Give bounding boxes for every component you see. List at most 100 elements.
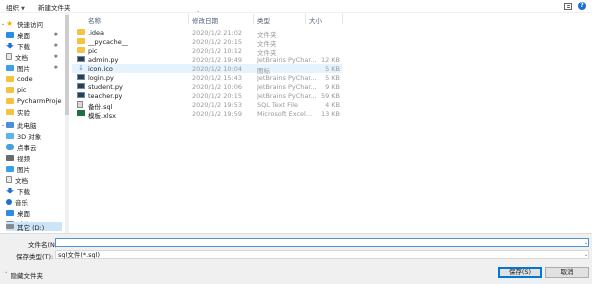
sidebar-scrollbar[interactable]: [65, 13, 69, 233]
nav-item-downloads[interactable]: 下载 ✱: [6, 41, 62, 51]
column-name[interactable]: 名称: [88, 15, 101, 25]
nav-label: 图片: [17, 64, 30, 73]
nav-item-desktop[interactable]: 桌面 ✱: [6, 30, 62, 40]
drive-icon: [6, 224, 14, 229]
nav-item-pycharmprojects[interactable]: PycharmProje: [6, 96, 62, 105]
file-date: 2020/1/2 20:15: [192, 38, 242, 46]
file-date: 2020/1/2 10:06: [192, 83, 242, 91]
view-options-icon[interactable]: [564, 2, 572, 10]
computer-icon: [6, 121, 14, 128]
file-row[interactable]: .idea 2020/1/2 21:02 文件夹: [72, 28, 342, 39]
pictures-icon: [6, 165, 14, 172]
download-icon: [6, 42, 14, 49]
nav-label: 下载: [17, 42, 30, 51]
nav-label: 图片: [17, 165, 30, 174]
file-size: 9 KB: [325, 83, 340, 91]
file-row[interactable]: student.py 2020/1/2 10:06 JetBrains PyCh…: [72, 82, 342, 91]
column-divider[interactable]: [188, 14, 189, 24]
savetype-select[interactable]: sql文件(*.sql): [55, 250, 589, 259]
file-name: __pycache__: [88, 38, 129, 46]
folder-icon: [77, 38, 85, 44]
file-name: student.py: [88, 83, 123, 91]
nav-label: code: [17, 74, 33, 83]
nav-item-drive-d[interactable]: 其它 (D:): [6, 222, 62, 232]
nav-label: 快速访问: [17, 20, 43, 29]
nav-item-pc-desktop[interactable]: 桌面: [6, 208, 62, 218]
file-name: pic: [88, 47, 98, 55]
nav-item-experiment[interactable]: 实验: [6, 107, 62, 117]
nav-label: 视频: [17, 154, 30, 163]
file-name: login.py: [88, 74, 114, 82]
file-row[interactable]: admin.py 2020/1/2 19:49 JetBrains PyChar…: [72, 55, 342, 64]
nav-item-pic[interactable]: pic: [6, 85, 62, 94]
nav-item-documents[interactable]: 文档 ✱: [6, 52, 62, 62]
nav-quick-access[interactable]: ⌄ ★ 快速访问: [0, 18, 62, 29]
folder-icon: [77, 47, 85, 53]
file-type: JetBrains PyChar...: [257, 92, 317, 100]
nav-item-pc-downloads[interactable]: 下载: [6, 186, 62, 196]
desktop-icon: [6, 31, 14, 38]
nav-item-pictures[interactable]: 图片 ✱: [6, 63, 62, 73]
file-name: teacher.py: [88, 92, 123, 100]
nav-this-pc[interactable]: ⌄ 此电脑: [0, 120, 62, 130]
organize-button[interactable]: 组织 ▼: [6, 2, 25, 12]
organize-label: 组织: [6, 4, 19, 12]
new-folder-button[interactable]: 新建文件夹: [38, 2, 71, 12]
python-file-icon: [77, 92, 85, 98]
column-type[interactable]: 类型: [257, 15, 270, 25]
column-date[interactable]: 修改日期: [192, 15, 218, 25]
pin-icon: ✱: [53, 31, 58, 38]
file-row[interactable]: login.py 2020/1/2 15:43 JetBrains PyChar…: [72, 73, 342, 82]
file-row[interactable]: 模板.xlsx 2020/1/2 19:59 Microsoft Excel..…: [72, 109, 342, 120]
nav-item-pc-pictures[interactable]: 图片: [6, 164, 62, 174]
python-file-icon: [77, 74, 85, 80]
file-row[interactable]: 备份.sql 2020/1/2 19:53 SQL Text File 4 KB: [72, 100, 342, 111]
nav-label: 此电脑: [17, 121, 37, 130]
file-row[interactable]: __pycache__ 2020/1/2 20:15 文件夹: [72, 37, 342, 48]
navigation-pane: ⌄ ★ 快速访问 桌面 ✱ 下载 ✱ 文档 ✱ 图片 ✱ code pic Py…: [0, 13, 65, 233]
nav-label: 下载: [17, 187, 30, 196]
video-icon: [6, 154, 14, 161]
help-icon[interactable]: ?: [578, 2, 586, 10]
file-row[interactable]: teacher.py 2020/1/2 20:15 JetBrains PyCh…: [72, 91, 342, 100]
nav-item-3d-objects[interactable]: 3D 对象: [6, 131, 62, 141]
file-name: admin.py: [88, 56, 119, 64]
file-row[interactable]: pic 2020/1/2 10:12 文件夹: [72, 46, 342, 57]
hide-folders-toggle[interactable]: ˄ 隐藏文件夹: [5, 270, 43, 280]
nav-item-code[interactable]: code: [6, 74, 62, 83]
file-name: icon.ico: [88, 65, 113, 73]
column-divider[interactable]: [253, 14, 254, 24]
chevron-down-icon[interactable]: ⌄: [584, 240, 588, 246]
toolbar: 组织 ▼ 新建文件夹 ?: [0, 0, 592, 13]
cancel-button[interactable]: 取消: [545, 267, 589, 278]
nav-label: PycharmProje: [17, 96, 62, 105]
download-icon: [6, 187, 14, 194]
file-size: 5 KB: [325, 74, 340, 82]
file-type: JetBrains PyChar...: [257, 56, 317, 64]
column-size[interactable]: 大小: [309, 15, 322, 25]
hide-folders-label: 隐藏文件夹: [10, 272, 44, 280]
file-type: JetBrains PyChar...: [257, 74, 317, 82]
file-date: 2020/1/2 20:15: [192, 92, 242, 100]
star-icon: ★: [6, 18, 14, 28]
savetype-value: sql文件(*.sql): [58, 251, 101, 259]
save-options-panel: 文件名(N): ⌄ 保存类型(T): sql文件(*.sql) ⌄ ˄ 隐藏文件…: [0, 233, 592, 284]
pin-icon: ✱: [53, 53, 58, 60]
music-icon: [6, 198, 12, 205]
folder-icon: [6, 108, 14, 115]
filename-input[interactable]: [55, 238, 589, 247]
folder-icon: [6, 86, 14, 93]
chevron-down-icon[interactable]: ⌄: [584, 252, 588, 258]
nav-item-music[interactable]: 音乐: [6, 197, 62, 207]
column-divider[interactable]: [305, 14, 306, 24]
nav-item-videos[interactable]: 视频: [6, 153, 62, 163]
file-row[interactable]: ↓ icon.ico 2020/1/2 10:04 图标 5 KB: [72, 64, 342, 75]
file-date: 2020/1/2 10:12: [192, 47, 242, 55]
file-size: 13 KB: [320, 110, 340, 118]
save-button[interactable]: 保存(S): [498, 267, 542, 278]
file-date: 2020/1/2 15:43: [192, 74, 242, 82]
scrollbar-thumb[interactable]: [65, 15, 69, 115]
nav-item-pc-documents[interactable]: 文档: [6, 175, 62, 185]
nav-item-cloud[interactable]: 点事云: [6, 142, 62, 152]
column-divider[interactable]: [342, 14, 343, 24]
